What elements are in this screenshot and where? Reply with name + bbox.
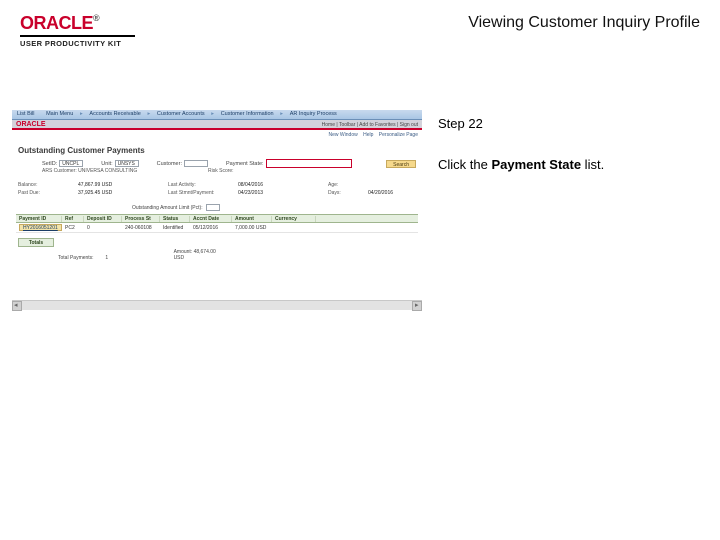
logo-divider — [20, 35, 135, 37]
section-heading: Outstanding Customer Payments — [18, 146, 145, 155]
col-payment-id[interactable]: Payment ID — [16, 216, 62, 222]
page-title: Viewing Customer Inquiry Profile — [468, 14, 700, 32]
age-label: Age: — [328, 182, 368, 188]
balance-value: 47,867.99 USD — [78, 182, 168, 188]
total-payments-value: 1 — [105, 255, 108, 261]
new-window-link[interactable]: New Window — [329, 132, 358, 138]
amount-limit-label: Outstanding Amount Limit (Pct): — [132, 205, 203, 211]
breadcrumb-item[interactable]: Customer Accounts — [157, 111, 205, 117]
window-utility-links: New Window Help Personalize Page — [325, 132, 418, 138]
col-ref[interactable]: Ref — [62, 216, 84, 222]
amount-limit-input[interactable] — [206, 204, 220, 211]
ars-customer-label: ARS Customer: — [42, 168, 77, 174]
customer-summary-grid: Balance: 47,867.99 USD Last Activity: 08… — [18, 182, 416, 196]
mini-oracle-logo: ORACLE — [16, 121, 46, 128]
chevron-right-icon: ▸ — [147, 111, 150, 117]
age-value — [368, 182, 408, 188]
col-deposit-id[interactable]: Deposit ID — [84, 216, 122, 222]
last-stmt-label: Last Stmnt/Payment: — [168, 190, 238, 196]
search-button[interactable]: Search — [386, 160, 416, 168]
chevron-right-icon: ▸ — [280, 111, 283, 117]
col-status[interactable]: Status — [160, 216, 190, 222]
col-process-st[interactable]: Process St — [122, 216, 160, 222]
table-header-row: Payment ID Ref Deposit ID Process St Sta… — [16, 214, 418, 223]
breadcrumb-item[interactable]: Customer Information — [221, 111, 274, 117]
col-currency[interactable]: Currency — [272, 216, 316, 222]
risk-score-label: Risk Score: — [208, 168, 234, 174]
setid-label: SetID: — [42, 161, 57, 167]
chevron-right-icon: ▸ — [211, 111, 214, 117]
breadcrumb-item[interactable]: List Bill — [17, 111, 34, 117]
days-value: 04/20/2016 — [368, 190, 408, 196]
filter-row: SetID:UNCPL Unit:UNSYS Customer: Payment… — [42, 159, 416, 168]
amount-limit-row: Outstanding Amount Limit (Pct): — [132, 204, 220, 211]
table-row: HY2016051201 PC2 0 240-060108 Identified… — [16, 223, 418, 233]
app-screenshot: List Bill Main Menu ▸ Accounts Receivabl… — [12, 110, 422, 310]
help-link[interactable]: Help — [363, 132, 373, 138]
payments-table: Payment ID Ref Deposit ID Process St Sta… — [16, 214, 418, 233]
step-label: Step 22 — [438, 116, 698, 131]
horizontal-scrollbar[interactable] — [12, 300, 422, 310]
cell-accnt-date: 05/12/2016 — [190, 225, 232, 231]
payment-id-link[interactable]: HY2016051201 — [19, 224, 62, 231]
upk-subtitle: USER PRODUCTIVITY KIT — [20, 39, 135, 48]
scroll-left-button[interactable] — [12, 301, 22, 311]
past-due-label: Past Due: — [18, 190, 78, 196]
customer-label: Customer: — [157, 161, 182, 167]
chevron-right-icon: ▸ — [80, 111, 83, 117]
col-accnt-date[interactable]: Accnt Date — [190, 216, 232, 222]
cell-deposit-id: 0 — [84, 225, 122, 231]
breadcrumb-bar: List Bill Main Menu ▸ Accounts Receivabl… — [12, 110, 422, 120]
payment-state-label: Payment State: — [226, 161, 264, 167]
cell-process-st: 240-060108 — [122, 225, 160, 231]
breadcrumb-item[interactable]: Main Menu — [46, 111, 73, 117]
col-amount[interactable]: Amount — [232, 216, 272, 222]
unit-label: Unit: — [101, 161, 112, 167]
app-header-band: ORACLE Home | Toolbar | Add to Favorites… — [12, 120, 422, 130]
past-due-value: 37,925.45 USD — [78, 190, 168, 196]
days-label: Days: — [328, 190, 368, 196]
scroll-right-button[interactable] — [412, 301, 422, 311]
total-payments-label: Total Payments: — [58, 255, 104, 261]
cell-ref: PC2 — [62, 225, 84, 231]
totals-line: Total Payments: 1 Amount: 48,674.00 USD — [58, 249, 224, 261]
unit-input[interactable]: UNSYS — [115, 160, 139, 167]
personalize-page-link[interactable]: Personalize Page — [379, 132, 418, 138]
totals-chip: Totals — [18, 238, 54, 247]
balance-label: Balance: — [18, 182, 78, 188]
breadcrumb-item[interactable]: Accounts Receivable — [89, 111, 140, 117]
setid-input[interactable]: UNCPL — [59, 160, 83, 167]
cell-status: Identified — [160, 225, 190, 231]
header-links[interactable]: Home | Toolbar | Add to Favorites | Sign… — [322, 122, 418, 128]
ars-customer-value: UNIVERSA CONSULTING — [78, 168, 137, 174]
last-activity-value: 08/04/2016 — [238, 182, 328, 188]
customer-input[interactable] — [184, 160, 208, 167]
cell-amount: 7,000.00 USD — [232, 225, 272, 231]
oracle-upk-logo: ORACLE® USER PRODUCTIVITY KIT — [20, 14, 135, 48]
instruction-text: Click the Payment State list. — [438, 157, 698, 172]
breadcrumb-item[interactable]: AR Inquiry Process — [290, 111, 337, 117]
last-activity-label: Last Activity: — [168, 182, 238, 188]
last-stmt-value: 04/23/2013 — [238, 190, 328, 196]
oracle-wordmark: ORACLE® — [20, 14, 135, 32]
instruction-panel: Step 22 Click the Payment State list. — [438, 116, 698, 172]
payment-state-dropdown[interactable] — [266, 159, 352, 168]
